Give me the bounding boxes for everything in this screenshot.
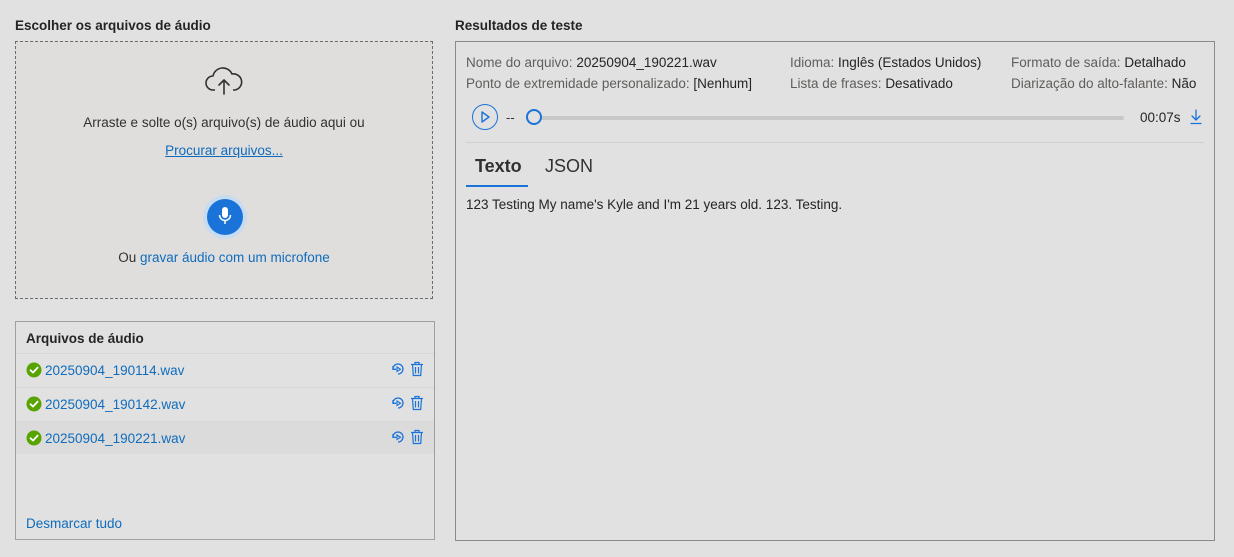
delete-icon[interactable] <box>410 361 424 377</box>
phrase-list-value: Desativado <box>885 76 953 91</box>
tab-text[interactable]: Texto <box>475 156 522 185</box>
seek-track[interactable] <box>534 116 1124 120</box>
file-name[interactable]: 20250904_190142.wav <box>45 397 185 412</box>
choose-files-title: Escolher os arquivos de áudio <box>15 18 211 33</box>
output-format-value: Detalhado <box>1124 55 1186 70</box>
phrase-list-label: Lista de frases: <box>790 76 882 91</box>
results-panel: Nome do arquivo: 20250904_190221.wav Idi… <box>455 41 1215 541</box>
success-check-icon <box>26 362 42 378</box>
transcript-text: 123 Testing My name's Kyle and I'm 21 ye… <box>466 197 843 212</box>
diarization-label: Diarização do alto-falante: <box>1011 76 1168 91</box>
current-time: -- <box>506 110 515 125</box>
file-row[interactable]: 20250904_190114.wav <box>16 353 434 386</box>
cloud-upload-icon <box>205 66 243 99</box>
browse-files-link[interactable]: Procurar arquivos... <box>165 143 283 158</box>
results-title: Resultados de teste <box>455 18 583 33</box>
delete-icon[interactable] <box>410 429 424 445</box>
tab-json[interactable]: JSON <box>545 156 593 185</box>
delete-icon[interactable] <box>410 395 424 411</box>
microphone-icon <box>217 206 233 229</box>
meta-endpoint: Ponto de extremidade personalizado: [Nen… <box>466 76 752 91</box>
meta-file-name: Nome do arquivo: 20250904_190221.wav <box>466 55 717 70</box>
rerun-icon[interactable] <box>390 395 406 411</box>
success-check-icon <box>26 396 42 412</box>
download-icon[interactable] <box>1190 109 1202 125</box>
drop-instructions: Arraste e solte o(s) arquivo(s) de áudio… <box>83 115 365 130</box>
file-name[interactable]: 20250904_190114.wav <box>45 363 184 378</box>
language-label: Idioma: <box>790 55 835 70</box>
meta-output-format: Formato de saída: Detalhado <box>1011 55 1186 70</box>
play-icon <box>481 111 490 123</box>
endpoint-label: Ponto de extremidade personalizado: <box>466 76 690 91</box>
meta-diarization: Diarização do alto-falante: Não <box>1011 76 1196 91</box>
output-format-label: Formato de saída: <box>1011 55 1121 70</box>
diarization-value: Não <box>1171 76 1197 91</box>
play-button[interactable] <box>472 104 498 130</box>
language-value: Inglês (Estados Unidos) <box>838 55 982 70</box>
success-check-icon <box>26 430 42 446</box>
meta-language: Idioma: Inglês (Estados Unidos) <box>790 55 981 70</box>
file-name-label: Nome do arquivo: <box>466 55 573 70</box>
file-name[interactable]: 20250904_190221.wav <box>45 431 185 446</box>
file-row-selected[interactable]: 20250904_190221.wav <box>16 421 434 454</box>
audio-player: -- 00:07s <box>472 104 1204 134</box>
seek-thumb[interactable] <box>526 109 542 125</box>
file-row[interactable]: 20250904_190142.wav <box>16 387 434 420</box>
divider <box>466 142 1204 143</box>
duration: 00:07s <box>1140 110 1181 125</box>
rerun-icon[interactable] <box>390 429 406 445</box>
record-prefix: Ou <box>118 250 140 265</box>
audio-dropzone[interactable]: Arraste e solte o(s) arquivo(s) de áudio… <box>15 41 433 299</box>
deselect-all-link[interactable]: Desmarcar tudo <box>26 516 122 531</box>
meta-phrase-list: Lista de frases: Desativado <box>790 76 953 91</box>
rerun-icon[interactable] <box>390 361 406 377</box>
endpoint-value: [Nenhum] <box>693 76 752 91</box>
record-microphone-button[interactable] <box>203 195 247 239</box>
audio-files-title: Arquivos de áudio <box>26 331 144 346</box>
audio-files-panel: Arquivos de áudio 20250904_190114.wav 20… <box>15 321 435 540</box>
record-audio-link[interactable]: gravar áudio com um microfone <box>140 250 330 265</box>
file-name-value: 20250904_190221.wav <box>576 55 717 70</box>
active-tab-indicator <box>466 185 528 187</box>
